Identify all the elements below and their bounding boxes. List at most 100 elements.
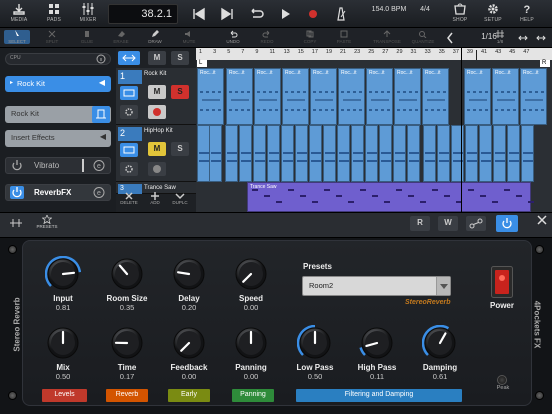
tempo-display[interactable]: 154.0 BPM [366, 6, 412, 13]
track-header-1[interactable]: 1 Rock Kit M S [116, 68, 196, 125]
knob-room-size[interactable]: Room Size 0.35 [103, 256, 151, 312]
clip[interactable] [225, 125, 238, 182]
knob-dial[interactable] [171, 256, 207, 292]
clip[interactable]: Roc...it [197, 68, 224, 125]
clip[interactable] [323, 125, 336, 182]
knob-speed[interactable]: Speed 0.00 [227, 256, 275, 312]
setup-button[interactable]: SETUP [480, 2, 506, 23]
knob-delay[interactable]: Delay 0.20 [165, 256, 213, 312]
knob-mix[interactable]: Mix 0.50 [39, 325, 87, 381]
drag-handle-icon[interactable] [78, 158, 88, 173]
knob-feedback[interactable]: Feedback 0.00 [165, 325, 213, 381]
solo-all-button[interactable]: S [171, 51, 189, 65]
edit-fx-icon[interactable]: e [92, 186, 106, 199]
loop-left-marker[interactable]: L [197, 60, 207, 67]
expand-all-icon[interactable] [118, 51, 140, 65]
clip[interactable] [407, 125, 420, 182]
knob-dial[interactable] [233, 256, 269, 292]
track-mute-button[interactable]: M [148, 85, 166, 99]
clip[interactable] [267, 125, 280, 182]
insert-effects-header[interactable]: Insert Effects ◀ [5, 130, 111, 147]
knob-dial[interactable] [171, 325, 207, 361]
loop-icon[interactable] [248, 7, 264, 21]
knob-dial[interactable] [109, 325, 145, 361]
track-header-2[interactable]: 2 HipHop Kit M S [116, 125, 196, 182]
clip[interactable]: Roc...it [464, 68, 491, 125]
clip[interactable] [379, 125, 392, 182]
grid-button[interactable]: 1/8 [487, 30, 513, 44]
clip[interactable] [393, 125, 406, 182]
knob-dial[interactable] [422, 325, 458, 361]
fx-power-icon[interactable] [496, 215, 518, 232]
rewind-start-icon[interactable] [192, 7, 206, 21]
clip[interactable]: Roc...it [338, 68, 365, 125]
paste-button[interactable]: PASTE [331, 30, 357, 44]
clip[interactable] [309, 125, 322, 182]
clip[interactable] [507, 125, 520, 182]
clip[interactable] [465, 125, 478, 182]
clip[interactable] [281, 125, 294, 182]
keyboard-icon[interactable] [92, 106, 110, 123]
clip[interactable]: Roc...it [310, 68, 337, 125]
read-automation-button[interactable]: R [410, 216, 430, 231]
undo-button[interactable]: UNDO [220, 30, 246, 44]
clip[interactable] [351, 125, 364, 182]
time-display[interactable]: 38.2.1 [108, 4, 178, 24]
shop-button[interactable]: SHOP [447, 2, 473, 23]
clip[interactable] [493, 125, 506, 182]
transpose-button[interactable]: TRANSPOSE [370, 30, 404, 44]
knob-dial[interactable] [297, 325, 333, 361]
clip[interactable] [521, 125, 534, 182]
draw-tool[interactable]: DRAW [142, 30, 168, 44]
mute-all-button[interactable]: M [148, 51, 166, 65]
time-signature[interactable]: 4/4 [416, 6, 434, 13]
copy-button[interactable]: COPY [297, 30, 323, 44]
presets-tab[interactable]: PRESETS [33, 215, 61, 229]
edit-fx-icon[interactable]: e [92, 159, 106, 172]
knob-dial[interactable] [45, 256, 81, 292]
knob-dial[interactable] [359, 325, 395, 361]
add-track-button[interactable]: ADD [144, 192, 166, 205]
split-tool[interactable]: SPLIT [39, 30, 65, 44]
redo-button[interactable]: REDO [254, 30, 280, 44]
clip[interactable] [209, 125, 222, 182]
mute-tool[interactable]: MUTE [176, 30, 202, 44]
select-tool[interactable]: SELECT [4, 30, 30, 44]
clip[interactable] [239, 125, 252, 182]
routing-icon[interactable] [466, 216, 486, 231]
knob-dial[interactable] [45, 325, 81, 361]
track-solo-button[interactable]: S [171, 85, 189, 99]
clip[interactable] [337, 125, 350, 182]
settings-icon[interactable] [120, 105, 138, 119]
erase-tool[interactable]: ERASE [108, 30, 134, 44]
knob-low-pass[interactable]: Low Pass 0.50 [291, 325, 339, 381]
clip[interactable]: Roc...it [394, 68, 421, 125]
track-solo-button[interactable]: S [171, 142, 189, 156]
knob-input[interactable]: Input 0.81 [39, 256, 87, 312]
clip[interactable]: Roc...it [366, 68, 393, 125]
quantize-decrease-icon[interactable] [446, 31, 454, 45]
instrument-selector[interactable]: ▸ Rock Kit ◀ [5, 76, 111, 92]
keyboard-icon[interactable] [120, 143, 138, 157]
media-button[interactable]: MEDIA [6, 2, 32, 23]
clip[interactable] [295, 125, 308, 182]
clip[interactable] [479, 125, 492, 182]
metronome-icon[interactable] [334, 6, 348, 22]
play-icon[interactable] [278, 7, 292, 21]
playhead[interactable] [461, 48, 462, 212]
clip[interactable] [423, 125, 436, 182]
clip[interactable]: Roc...it [226, 68, 253, 125]
clip[interactable] [451, 125, 464, 182]
pads-button[interactable]: PADS [41, 2, 67, 23]
power-icon[interactable] [10, 186, 24, 199]
record-arm-icon[interactable] [148, 162, 166, 176]
keyboard-icon[interactable] [120, 86, 138, 100]
help-button[interactable]: ? HELP [514, 2, 540, 23]
close-icon[interactable] [536, 214, 548, 226]
clip[interactable]: Roc...it [282, 68, 309, 125]
delete-track-button[interactable]: DELETE [118, 192, 140, 205]
knob-panning[interactable]: Panning 0.00 [227, 325, 275, 381]
clip[interactable] [365, 125, 378, 182]
power-icon[interactable] [10, 159, 24, 172]
dropdown-button[interactable] [436, 277, 450, 295]
